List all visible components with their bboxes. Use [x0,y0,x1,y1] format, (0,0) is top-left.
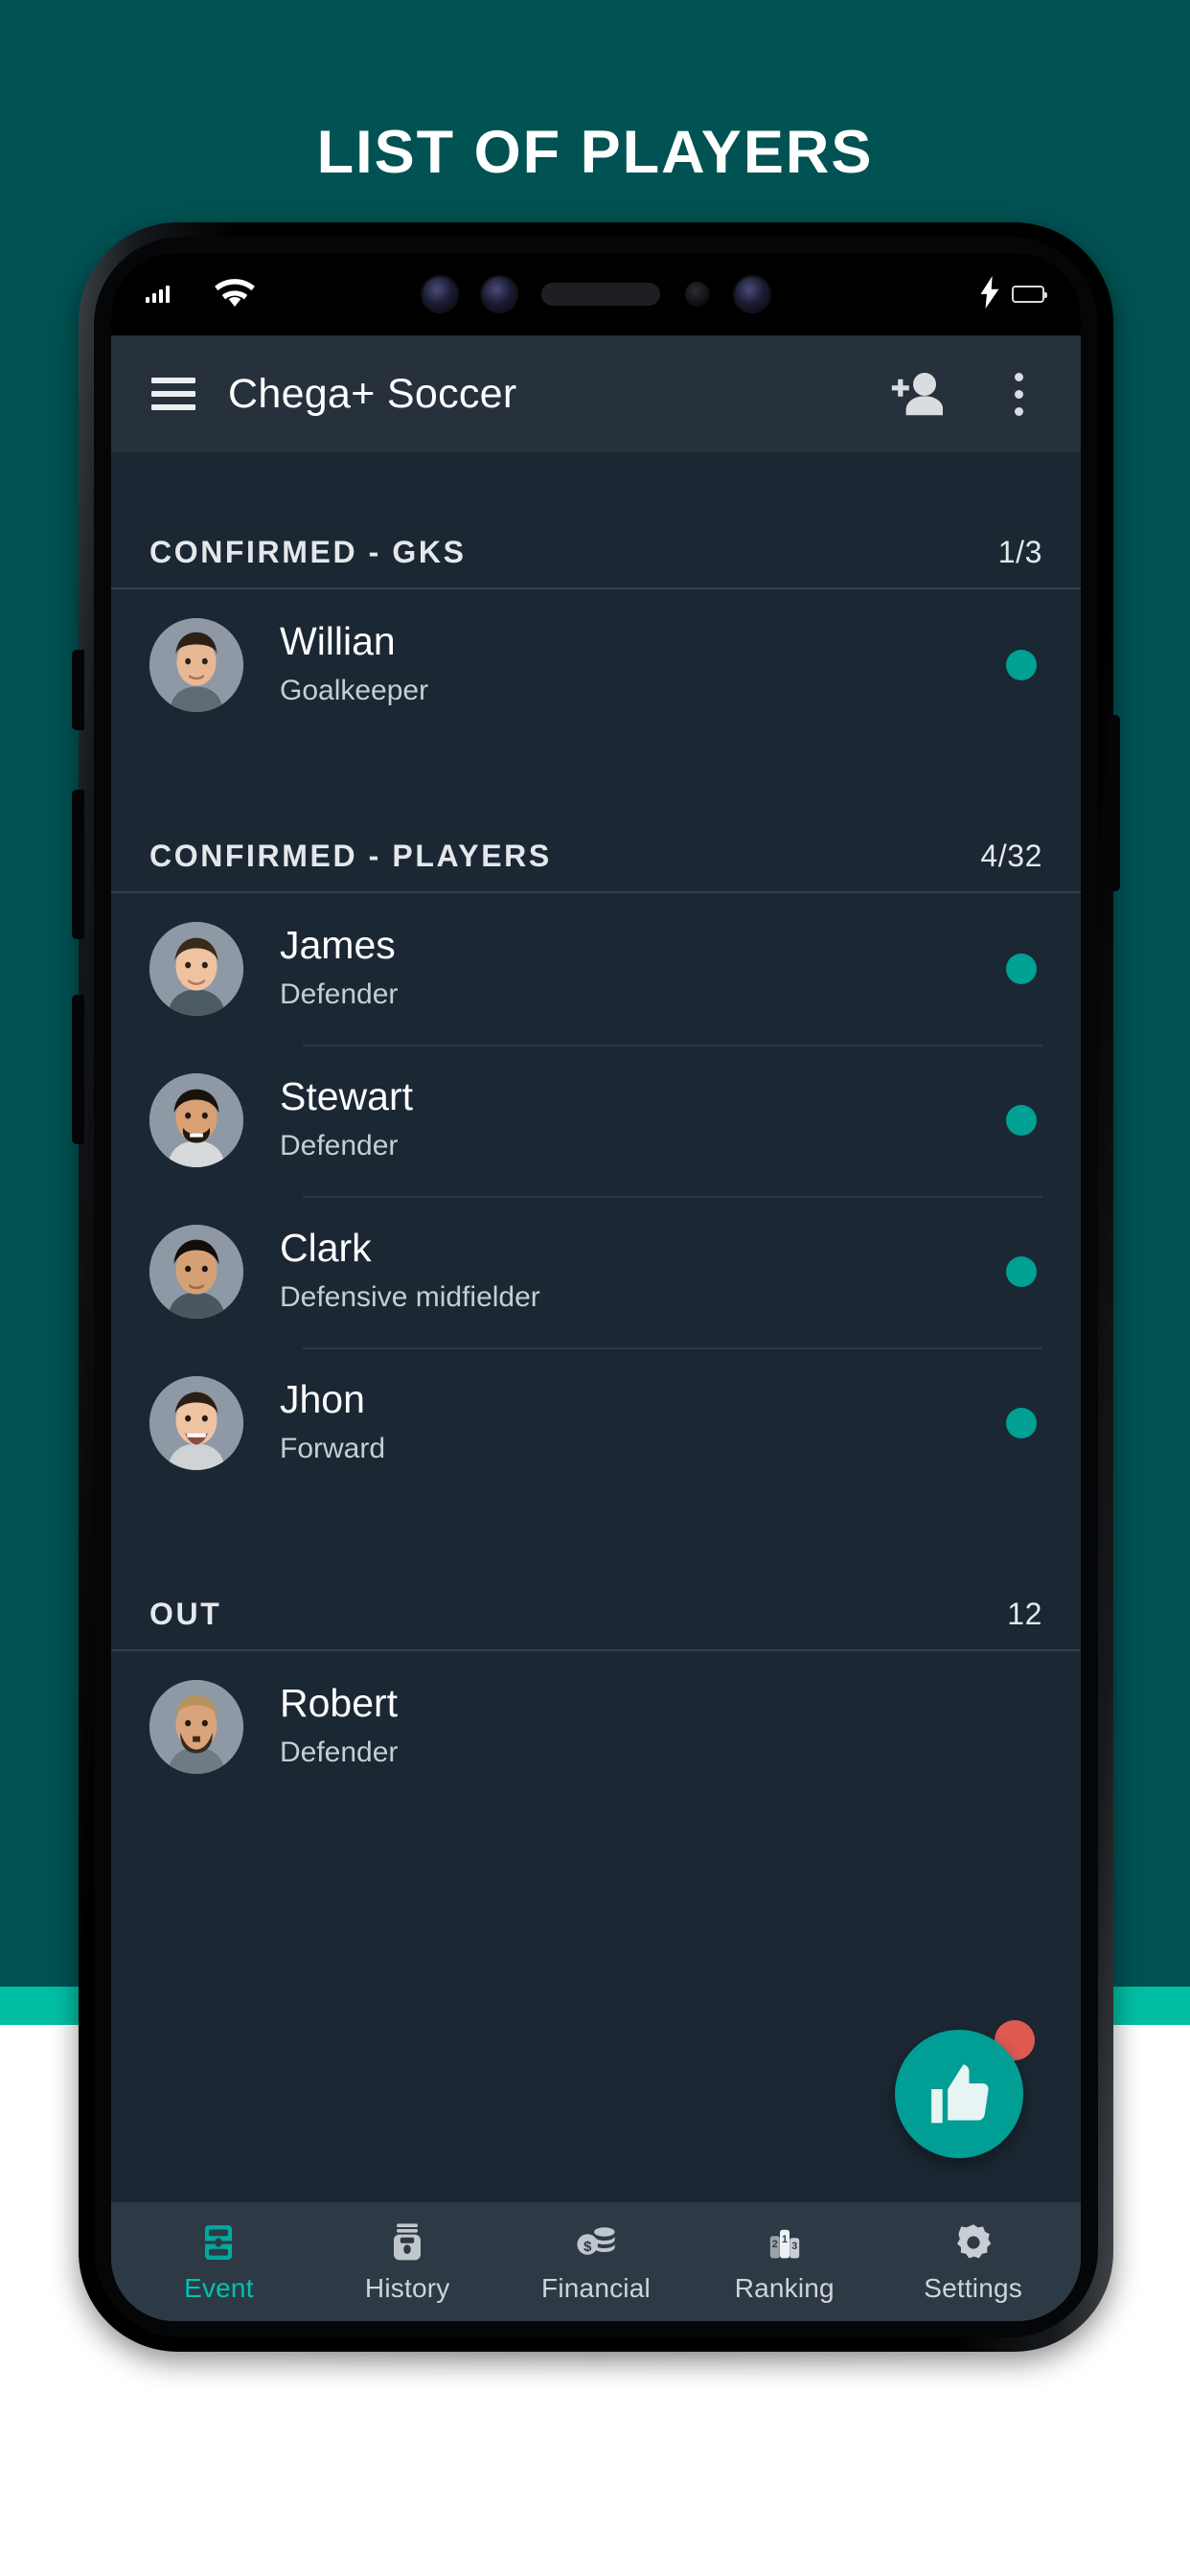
player-info: James Defender [243,923,1006,1015]
player-role: Defender [280,978,399,1011]
nav-label: Settings [924,2273,1022,2303]
player-role: Defender [280,1736,399,1769]
history-icon [394,2223,422,2261]
avatar [149,618,243,712]
player-info: Clark Defensive midfielder [243,1226,1006,1318]
nav-item-ranking[interactable]: 2 1 3 Ranking [694,2220,876,2304]
table-row[interactable]: Robert Defender [111,1651,1081,1803]
nav-label: Financial [541,2273,651,2303]
nav-label: Ranking [734,2273,835,2303]
table-row[interactable]: Clark Defensive midfielder [111,1196,1081,1347]
player-name: Stewart [280,1074,413,1119]
status-badge [1006,1256,1037,1287]
settings-icon [956,2224,991,2259]
player-info: Robert Defender [243,1681,1042,1773]
status-bar-right [979,275,1081,313]
section-count: 4/32 [980,839,1042,873]
table-row[interactable]: Stewart Defender [111,1045,1081,1196]
player-info: Jhon Forward [243,1377,1006,1469]
nav-item-history[interactable]: History [316,2220,498,2304]
nav-label: History [364,2273,450,2303]
table-row[interactable]: Jhon Forward [111,1347,1081,1499]
camera-notch [328,253,864,335]
status-badge [1006,1408,1037,1438]
svg-text:1: 1 [782,2234,788,2245]
event-icon [205,2225,233,2260]
app-title: Chega+ Soccer [228,370,517,417]
status-bar-left [111,276,256,313]
proximity-sensor-icon [685,282,710,307]
phone-volume-up-button[interactable] [72,790,84,939]
player-name: Robert [280,1681,399,1726]
avatar [149,1073,243,1167]
nav-item-event[interactable]: Event [127,2220,309,2304]
svg-text:3: 3 [791,2241,797,2252]
player-role: Forward [280,1433,386,1465]
player-name: Jhon [280,1377,365,1422]
poster-title: LIST OF PLAYERS [316,119,874,186]
section-count: 12 [1007,1597,1042,1631]
earpiece-speaker [541,283,660,306]
status-bar [111,253,1081,335]
section-title: CONFIRMED - PLAYERS [149,839,552,873]
front-camera-lens-secondary-icon [482,277,516,311]
hamburger-menu-icon[interactable] [151,378,195,410]
overflow-menu-icon[interactable] [996,369,1041,419]
avatar [149,1680,243,1774]
player-list[interactable]: CONFIRMED - GKS 1/3 Willian Goalkeeper C… [111,452,1081,2202]
ranking-icon: 2 1 3 [769,2229,799,2259]
section-header-confirmed-players: CONFIRMED - PLAYERS 4/32 [111,741,1081,893]
avatar [149,1376,243,1470]
player-role: Goalkeeper [280,675,429,707]
confirm-presence-fab[interactable] [895,2030,1023,2158]
financial-icon: $ [577,2227,615,2255]
section-count: 1/3 [997,535,1042,569]
nav-item-settings[interactable]: Settings [882,2220,1064,2304]
player-role: Defender [280,1130,399,1162]
status-badge [1006,650,1037,680]
section-title: CONFIRMED - GKS [149,535,467,569]
phone-volume-down-button[interactable] [72,995,84,1144]
phone-screen: Chega+ Soccer CONFIRMED - GKS 1/3 Willia… [111,253,1081,2321]
player-info: Stewart Defender [243,1074,1006,1166]
app-bar: Chega+ Soccer [111,335,1081,452]
charging-bolt-icon [979,275,1000,313]
section-header-confirmed-gks: CONFIRMED - GKS 1/3 [111,452,1081,589]
wifi-icon [214,276,256,313]
battery-icon [1012,286,1047,303]
section-title: OUT [149,1597,222,1631]
svg-text:2: 2 [772,2239,778,2250]
table-row[interactable]: James Defender [111,893,1081,1045]
signal-bars-icon [146,286,170,303]
front-camera-lens-tertiary-icon [735,277,769,311]
bottom-navigation: Event History $ Financial 2 1 3 Ranking … [111,2202,1081,2321]
player-name: James [280,923,396,968]
player-name: Clark [280,1226,372,1271]
phone-power-button[interactable] [1108,715,1120,891]
status-badge [1006,1105,1037,1136]
section-header-out: OUT 12 [111,1499,1081,1651]
avatar [149,922,243,1016]
nav-label: Event [184,2273,254,2303]
phone-silent-switch[interactable] [72,650,84,730]
thumbs-up-icon [931,2064,989,2124]
nav-item-financial[interactable]: $ Financial [505,2220,687,2304]
avatar [149,1225,243,1319]
table-row[interactable]: Willian Goalkeeper [111,589,1081,741]
status-badge [1006,954,1037,984]
player-role: Defensive midfielder [280,1281,540,1314]
player-name: Willian [280,619,396,664]
phone-mockup: Chega+ Soccer CONFIRMED - GKS 1/3 Willia… [72,222,1120,2358]
floating-action-area [895,2016,1037,2158]
svg-text:$: $ [584,2239,592,2255]
player-info: Willian Goalkeeper [243,619,1006,711]
add-person-icon[interactable] [889,369,943,419]
front-camera-lens-icon [423,277,457,311]
